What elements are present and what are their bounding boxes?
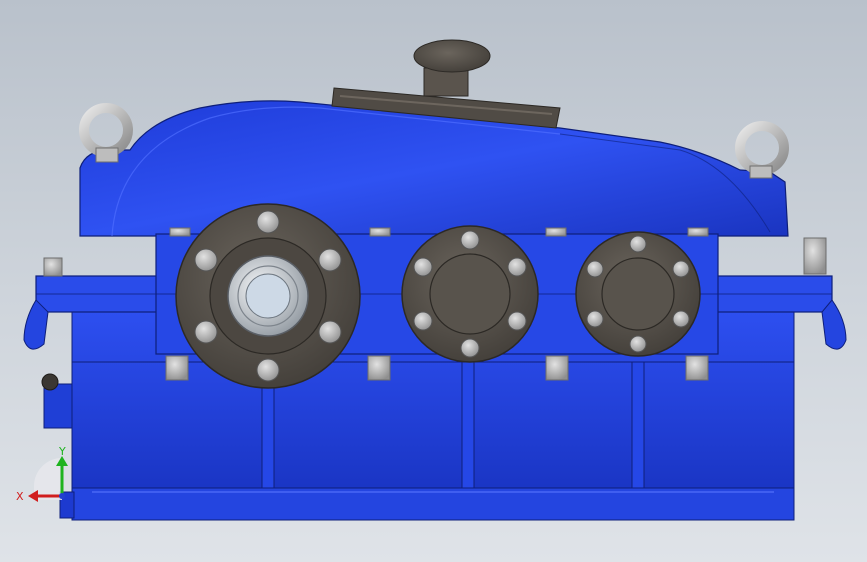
z-axis-dot (59, 493, 65, 499)
oil-level-indicator[interactable] (41, 373, 73, 429)
upper-cover[interactable] (79, 100, 789, 237)
view-orientation-triad: Y X (16, 445, 68, 503)
y-axis-label: Y (58, 445, 66, 458)
gearbox-model[interactable]: Y X (0, 0, 867, 562)
cad-graphics-area[interactable]: Y X (0, 0, 867, 562)
x-axis-arrowhead (28, 490, 38, 502)
breather-vent-plug[interactable] (413, 39, 491, 97)
x-axis-label: X (16, 490, 24, 503)
